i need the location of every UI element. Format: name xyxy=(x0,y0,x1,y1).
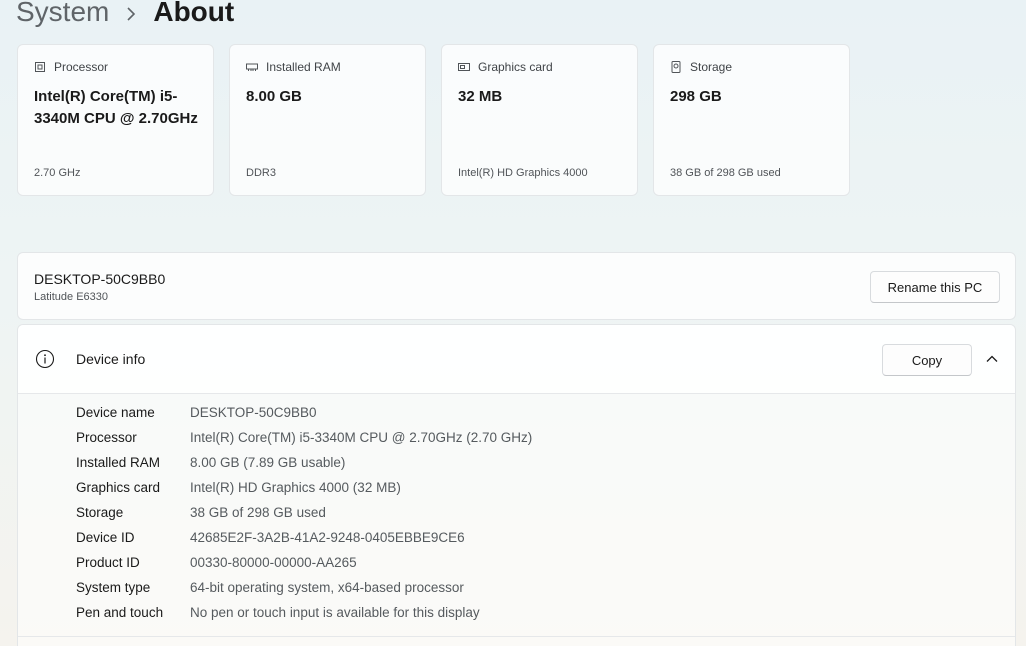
storage-card-title: Storage xyxy=(690,60,733,74)
device-info-panel: Device info Copy Device name DESKTOP-50C… xyxy=(17,324,1016,646)
table-row: Processor Intel(R) Core(TM) i5-3340M CPU… xyxy=(76,428,532,453)
spec-label: Device name xyxy=(76,405,155,420)
device-specs-table: Device name DESKTOP-50C9BB0 Processor In… xyxy=(76,403,532,628)
storage-card-value: 298 GB xyxy=(670,88,722,105)
spec-value: DESKTOP-50C9BB0 xyxy=(190,405,317,420)
table-row: Device ID 42685E2F-3A2B-41A2-9248-0405EB… xyxy=(76,528,532,553)
copy-button[interactable]: Copy xyxy=(882,344,972,376)
breadcrumb: System About xyxy=(16,0,234,32)
table-row: Product ID 00330-80000-00000-AA265 xyxy=(76,553,532,578)
spec-value: 64-bit operating system, x64-based proce… xyxy=(190,580,464,595)
spec-label: Storage xyxy=(76,505,124,520)
spec-label: Pen and touch xyxy=(76,605,164,620)
table-row: System type 64-bit operating system, x64… xyxy=(76,578,532,603)
table-row: Storage 38 GB of 298 GB used xyxy=(76,503,532,528)
graphics-card-card: Graphics card 32 MB Intel(R) HD Graphics… xyxy=(441,44,638,196)
ram-card-header: Installed RAM xyxy=(246,60,341,74)
table-row: Installed RAM 8.00 GB (7.89 GB usable) xyxy=(76,453,532,478)
info-icon xyxy=(35,349,55,369)
graphics-card-header: Graphics card xyxy=(458,60,553,74)
storage-card-header: Storage xyxy=(670,60,732,74)
processor-card-value: Intel(R) Core(TM) i5-3340M CPU @ 2.70GHz xyxy=(34,88,198,127)
table-row: Pen and touch No pen or touch input is a… xyxy=(76,603,532,628)
divider xyxy=(18,636,1015,637)
device-info-title: Device info xyxy=(76,351,146,367)
device-info-header[interactable]: Device info Copy xyxy=(18,325,1015,394)
ram-icon xyxy=(246,61,258,73)
spec-label: Device ID xyxy=(76,530,135,545)
spec-value: 38 GB of 298 GB used xyxy=(190,505,326,520)
storage-card: Storage 298 GB 38 GB of 298 GB used xyxy=(653,44,850,196)
table-row: Device name DESKTOP-50C9BB0 xyxy=(76,403,532,428)
ram-card-title: Installed RAM xyxy=(266,60,341,74)
table-row: Graphics card Intel(R) HD Graphics 4000 … xyxy=(76,478,532,503)
breadcrumb-system[interactable]: System xyxy=(16,0,109,32)
spec-value: No pen or touch input is available for t… xyxy=(190,605,480,620)
pc-model: Latitude E6330 xyxy=(34,291,109,303)
spec-label: Graphics card xyxy=(76,480,161,495)
page-title: About xyxy=(153,0,235,27)
ram-card-sub: DDR3 xyxy=(246,167,276,179)
graphics-card-value: 32 MB xyxy=(458,88,503,105)
pc-name: DESKTOP-50C9BB0 xyxy=(34,271,166,287)
spec-value: 8.00 GB (7.89 GB usable) xyxy=(190,455,346,470)
spec-value: Intel(R) HD Graphics 4000 (32 MB) xyxy=(190,480,401,495)
spec-label: Product ID xyxy=(76,555,140,570)
ram-card: Installed RAM 8.00 GB DDR3 xyxy=(229,44,426,196)
processor-card-sub: 2.70 GHz xyxy=(34,167,81,179)
spec-label: Installed RAM xyxy=(76,455,161,470)
spec-value: Intel(R) Core(TM) i5-3340M CPU @ 2.70GHz… xyxy=(190,430,533,445)
graphics-card-title: Graphics card xyxy=(478,60,553,74)
processor-card: Processor Intel(R) Core(TM) i5-3340M CPU… xyxy=(17,44,214,196)
pc-name-panel: DESKTOP-50C9BB0 Latitude E6330 Rename th… xyxy=(17,252,1016,320)
processor-icon xyxy=(34,61,46,73)
processor-card-header: Processor xyxy=(34,60,108,74)
ram-card-value: 8.00 GB xyxy=(246,88,302,105)
rename-pc-button[interactable]: Rename this PC xyxy=(870,271,1000,303)
storage-icon xyxy=(670,61,682,73)
storage-card-sub: 38 GB of 298 GB used xyxy=(670,167,781,179)
chevron-right-icon xyxy=(109,0,153,32)
processor-card-title: Processor xyxy=(54,60,109,74)
chevron-up-icon[interactable] xyxy=(984,351,1000,367)
spec-value: 42685E2F-3A2B-41A2-9248-0405EBBE9CE6 xyxy=(190,530,465,545)
spec-label: System type xyxy=(76,580,151,595)
spec-value: 00330-80000-00000-AA265 xyxy=(190,555,357,570)
graphics-card-icon xyxy=(458,61,470,73)
graphics-card-sub: Intel(R) HD Graphics 4000 xyxy=(458,167,588,179)
spec-label: Processor xyxy=(76,430,137,445)
